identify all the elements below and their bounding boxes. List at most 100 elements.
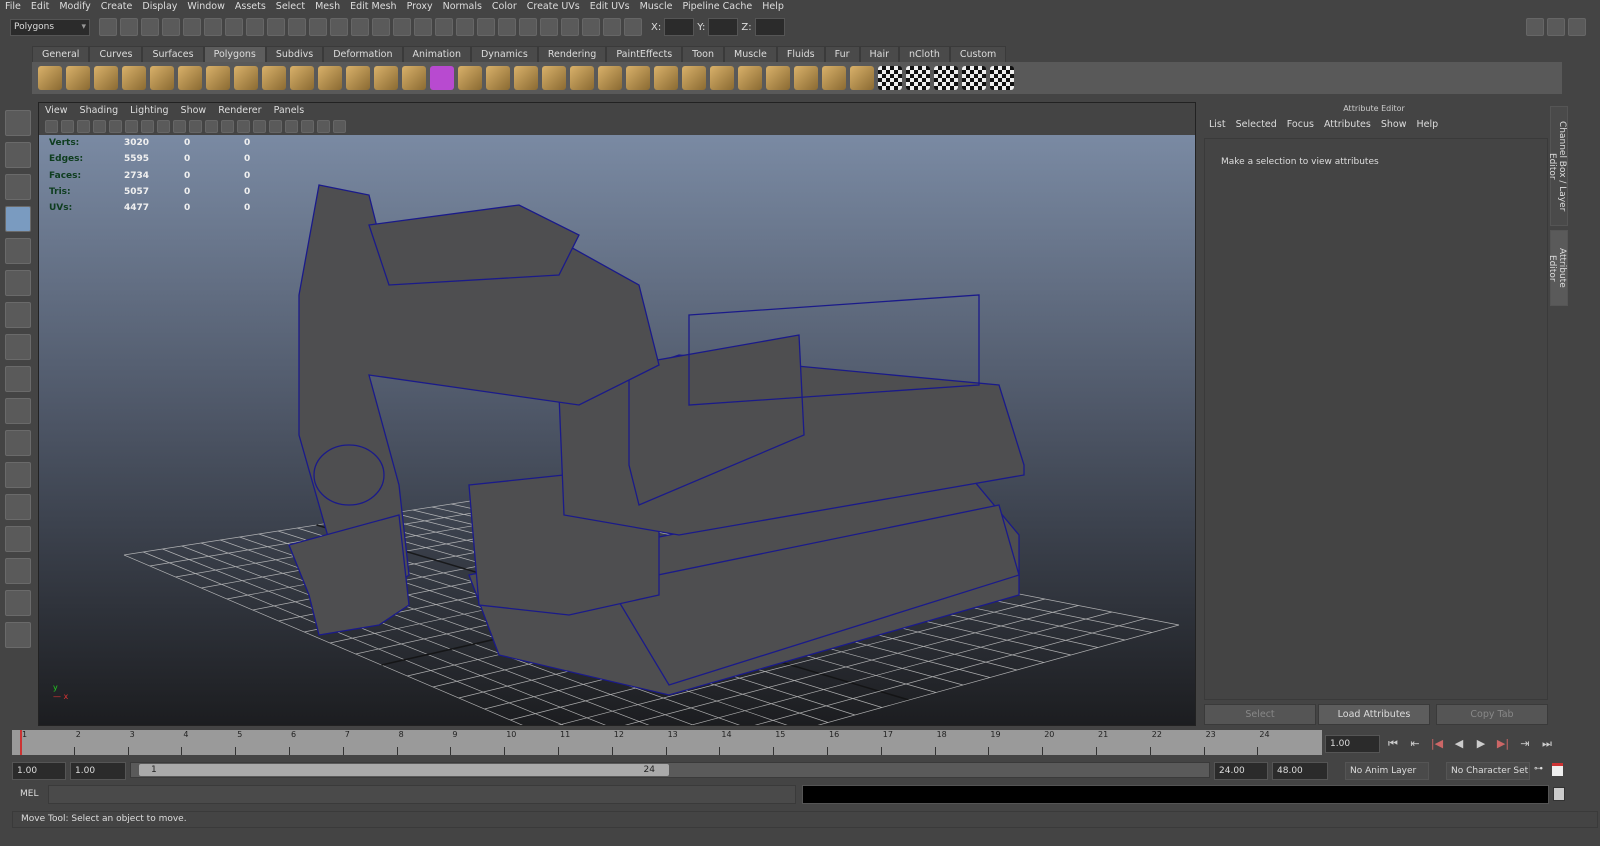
highlight-icon[interactable] [414, 18, 432, 36]
joints-icon[interactable] [330, 18, 348, 36]
move-tool-icon[interactable] [5, 206, 31, 232]
copy-tab-button[interactable]: Copy Tab [1436, 704, 1548, 725]
shelf-separate-icon[interactable] [346, 66, 370, 90]
shelf-tab-fur[interactable]: Fur [824, 46, 860, 62]
shelf-poly-prism-icon[interactable] [206, 66, 230, 90]
panel-menu-show[interactable]: Show [175, 103, 213, 118]
menu-set-dropdown[interactable]: Polygons [10, 18, 90, 36]
shelf-poly-sphere-icon[interactable] [38, 66, 62, 90]
camera-attr-icon[interactable] [45, 120, 58, 133]
surfaces-icon[interactable] [288, 18, 306, 36]
shelf-sculpt-icon[interactable] [822, 66, 846, 90]
grease-pencil-icon[interactable] [109, 120, 122, 133]
shelf-tab-dynamics[interactable]: Dynamics [470, 46, 538, 62]
shelf-append-icon[interactable] [514, 66, 538, 90]
attr-menu-list[interactable]: List [1204, 119, 1231, 130]
shelf-poly-cylinder-icon[interactable] [94, 66, 118, 90]
step-forward-icon[interactable]: ⇥ [1516, 735, 1534, 753]
attribute-editor-toggle-icon[interactable] [1526, 18, 1544, 36]
bookmark-icon[interactable] [61, 120, 74, 133]
film-gate-icon[interactable] [141, 120, 154, 133]
tab-channel-box[interactable]: Channel Box / Layer Editor [1547, 106, 1568, 226]
safe-title-icon[interactable] [221, 120, 234, 133]
attr-menu-selected[interactable]: Selected [1231, 119, 1282, 130]
resolution-gate-icon[interactable] [157, 120, 170, 133]
viewport-3d[interactable]: Verts: 3020 0 0 Edges: 5595 0 0 Faces: 2734 0 0 Tris… [39, 135, 1195, 725]
menu-mesh[interactable]: Mesh [310, 0, 345, 14]
shelf-poly-plane-icon[interactable] [150, 66, 174, 90]
menu-muscle[interactable]: Muscle [635, 0, 678, 14]
channel-box-toggle-icon[interactable] [1568, 18, 1586, 36]
attr-menu-show[interactable]: Show [1376, 119, 1412, 130]
go-to-start-icon[interactable]: ⏮ [1384, 735, 1402, 753]
shelf-tab-polygons[interactable]: Polygons [203, 46, 266, 62]
manipulator-tool-icon[interactable] [5, 302, 31, 328]
menu-window[interactable]: Window [182, 0, 229, 14]
menu-assets[interactable]: Assets [230, 0, 271, 14]
attr-menu-focus[interactable]: Focus [1282, 119, 1319, 130]
shelf-tab-fluids[interactable]: Fluids [776, 46, 825, 62]
save-scene-icon[interactable] [141, 18, 159, 36]
image-plane-icon[interactable] [77, 120, 90, 133]
shelf-tab-rendering[interactable]: Rendering [537, 46, 607, 62]
tool-settings-toggle-icon[interactable] [1547, 18, 1565, 36]
menu-normals[interactable]: Normals [438, 0, 487, 14]
paint-select-tool-icon[interactable] [5, 174, 31, 200]
shelf-reduce-icon[interactable] [766, 66, 790, 90]
render-settings-icon[interactable] [624, 18, 642, 36]
side-by-side-layout-icon[interactable] [5, 494, 31, 520]
shelf-tab-toon[interactable]: Toon [682, 46, 724, 62]
single-pane-layout-icon[interactable] [5, 430, 31, 456]
menu-display[interactable]: Display [137, 0, 182, 14]
select-tool-icon[interactable] [5, 110, 31, 136]
shelf-boolean-icon[interactable] [402, 66, 426, 90]
load-attributes-button[interactable]: Load Attributes [1318, 704, 1430, 725]
z-field[interactable] [754, 18, 785, 36]
shelf-uv-planar-icon[interactable] [850, 66, 874, 90]
shelf-tab-curves[interactable]: Curves [89, 46, 143, 62]
textured-icon[interactable] [285, 120, 298, 133]
mel-input[interactable] [48, 785, 796, 804]
anim-start-field[interactable]: 1.00 [70, 762, 126, 780]
select-hierarchy-icon[interactable] [162, 18, 180, 36]
four-pane-layout-icon[interactable] [5, 462, 31, 488]
snap-live-icon[interactable] [519, 18, 537, 36]
shelf-uv-editor-icon[interactable] [962, 66, 986, 90]
shelf-mirror-icon[interactable] [430, 66, 454, 90]
attr-menu-attributes[interactable]: Attributes [1319, 119, 1376, 130]
shelf-poly-cone-icon[interactable] [122, 66, 146, 90]
isolate-select-icon[interactable] [333, 120, 346, 133]
perspective-viewport[interactable]: View Shading Lighting Show Renderer Panels Ve… [38, 102, 1196, 726]
shelf-combine-icon[interactable] [318, 66, 342, 90]
shelf-fill-hole-icon[interactable] [682, 66, 706, 90]
select-button[interactable]: Select [1204, 704, 1316, 725]
shelf-quadrangulate-icon[interactable] [738, 66, 762, 90]
shelf-collapse-icon[interactable] [654, 66, 678, 90]
menu-modify[interactable]: Modify [54, 0, 95, 14]
shelf-cleanup-icon[interactable] [794, 66, 818, 90]
lasso-tool-icon[interactable] [5, 142, 31, 168]
character-set-dropdown[interactable]: No Character Set [1446, 762, 1530, 780]
outliner-graph-layout-icon[interactable] [5, 590, 31, 616]
range-end-field[interactable]: 24.00 [1214, 762, 1268, 780]
shelf-tab-custom[interactable]: Custom [949, 46, 1007, 62]
points-icon[interactable] [246, 18, 264, 36]
panel-menu-view[interactable]: View [39, 103, 74, 118]
shelf-tab-ncloth[interactable]: nCloth [899, 46, 950, 62]
select-object-icon[interactable] [183, 18, 201, 36]
shadows-icon[interactable] [317, 120, 330, 133]
shelf-poly-torus-icon[interactable] [178, 66, 202, 90]
snap-curve-icon[interactable] [456, 18, 474, 36]
range-slider[interactable]: 1 24 [130, 762, 1210, 778]
smooth-shade-icon[interactable] [253, 120, 266, 133]
range-start-field[interactable]: 1.00 [12, 762, 66, 780]
range-slider-handle[interactable]: 1 24 [139, 764, 669, 776]
select-component-icon[interactable] [204, 18, 222, 36]
deformers-icon[interactable] [309, 18, 327, 36]
shelf-merge-icon[interactable] [626, 66, 650, 90]
camera-2d-icon[interactable] [93, 120, 106, 133]
time-slider[interactable]: 1 2 3 4 5 6 7 8 9 10 11 12 13 14 15 16 17 18 19 20 21 22 23 24 [12, 730, 1322, 755]
x-field[interactable] [664, 18, 695, 36]
shelf-tab-painteffects[interactable]: PaintEffects [606, 46, 683, 62]
attr-menu-help[interactable]: Help [1411, 119, 1443, 130]
